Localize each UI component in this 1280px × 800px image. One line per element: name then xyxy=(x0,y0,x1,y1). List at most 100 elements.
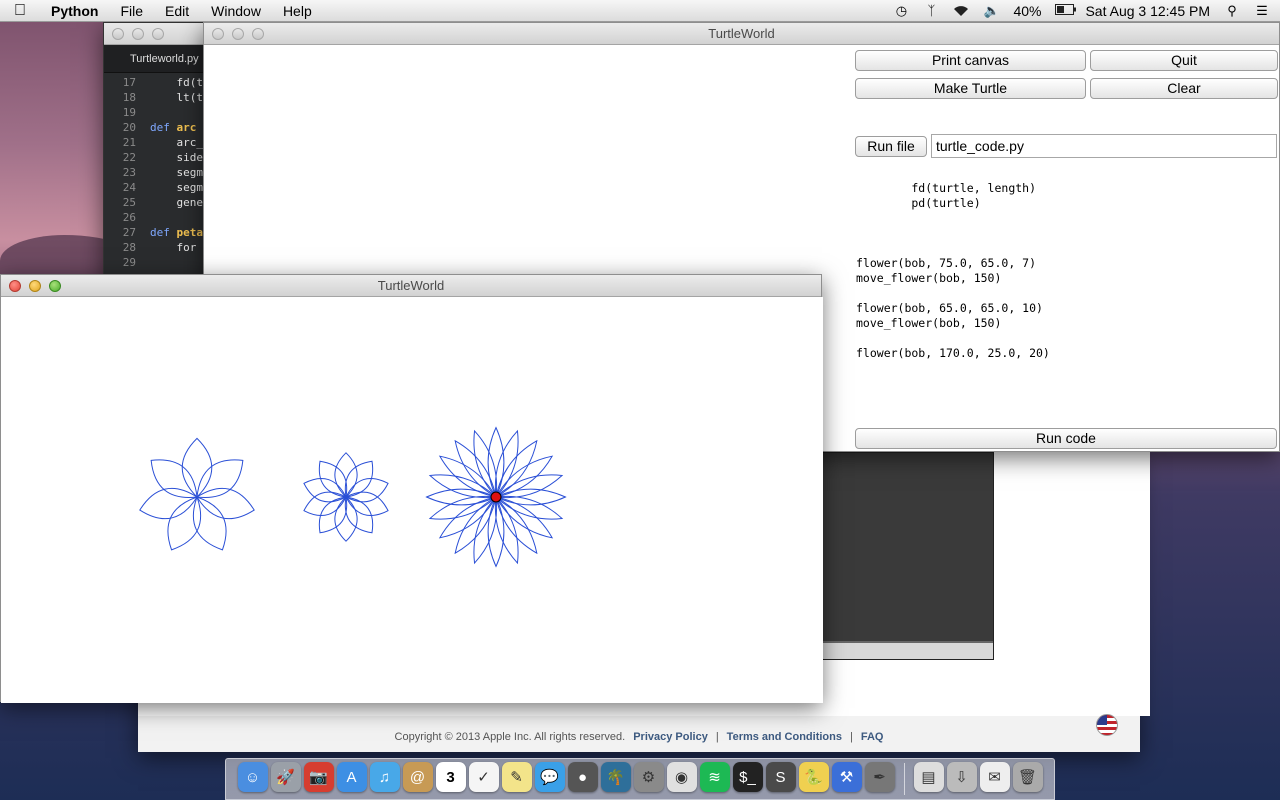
code-text: gene xyxy=(150,196,203,209)
downloads-icon[interactable]: ⇩ xyxy=(946,762,977,792)
minimize-button[interactable] xyxy=(29,280,41,292)
petal xyxy=(495,455,554,498)
keyword: def xyxy=(150,121,177,134)
minimize-button[interactable] xyxy=(132,28,144,40)
line-number: 27 xyxy=(122,226,136,239)
function-name: peta xyxy=(176,226,204,239)
flower-drawing xyxy=(139,426,567,568)
footer-divider: | xyxy=(849,731,853,743)
code-text: side xyxy=(150,151,203,164)
quit-button[interactable]: Quit xyxy=(1090,50,1278,71)
sublime-text-icon[interactable]: S xyxy=(765,762,796,792)
dock: ☺ 🚀 📷 A ♫ @3 ✓ ✎ 💬 ● 🌴 ⚙ ◉ ≋ $_ S 🐍 ⚒ ✒ ▤ ⇩ ✉ 🗑 xyxy=(225,758,1055,800)
menu-bar:  Python File Edit Window Help ◷ ᛉ 🔈 40%… xyxy=(0,0,1280,22)
terminal-icon[interactable]: $_ xyxy=(732,762,763,792)
app-store-icon[interactable]: A xyxy=(336,762,367,792)
petal xyxy=(495,439,538,498)
petal xyxy=(454,439,497,498)
faq-link[interactable]: FAQ xyxy=(861,731,884,743)
code-text: arc_ xyxy=(150,136,203,149)
zoom-button[interactable] xyxy=(252,28,264,40)
volume-icon[interactable]: 🔈 xyxy=(983,3,999,18)
window-title: TurtleWorld xyxy=(708,26,775,41)
trash-icon[interactable]: 🗑 xyxy=(1012,762,1043,792)
privacy-policy-link[interactable]: Privacy Policy xyxy=(633,731,708,743)
us-flag-icon[interactable] xyxy=(1096,714,1118,736)
iphoto-icon[interactable]: 🌴 xyxy=(600,762,631,792)
function-name: arc xyxy=(176,121,197,134)
time-machine-icon[interactable]: ◷ xyxy=(893,3,909,18)
python-launcher-icon[interactable]: 🐍 xyxy=(798,762,829,792)
close-button[interactable] xyxy=(9,280,21,292)
petal xyxy=(454,496,497,555)
keyword: def xyxy=(150,226,177,239)
notes-icon[interactable]: ✎ xyxy=(501,762,532,792)
canvas-titlebar[interactable]: TurtleWorld xyxy=(1,275,821,297)
petal xyxy=(425,488,497,506)
calendar-icon[interactable]: 3 xyxy=(435,762,466,792)
petal xyxy=(495,488,567,506)
minimize-button[interactable] xyxy=(232,28,244,40)
xcode-icon[interactable]: ⚒ xyxy=(831,762,862,792)
terms-link[interactable]: Terms and Conditions xyxy=(727,731,842,743)
zoom-button[interactable] xyxy=(152,28,164,40)
petal xyxy=(438,496,497,539)
photo-booth-icon[interactable]: 📷 xyxy=(303,762,334,792)
battery-percent[interactable]: 40% xyxy=(1013,3,1041,19)
dark-panel xyxy=(822,452,994,660)
battery-icon[interactable] xyxy=(1055,3,1077,18)
close-button[interactable] xyxy=(112,28,124,40)
line-number: 20 xyxy=(122,121,136,134)
pen-tool-icon[interactable]: ✒ xyxy=(864,762,895,792)
messages-icon[interactable]: 💬 xyxy=(534,762,565,792)
make-turtle-button[interactable]: Make Turtle xyxy=(855,78,1086,99)
reminders-icon[interactable]: ✓ xyxy=(468,762,499,792)
control-titlebar[interactable]: TurtleWorld xyxy=(204,23,1279,45)
facetime-icon[interactable]: ● xyxy=(567,762,598,792)
menu-edit[interactable]: Edit xyxy=(154,3,200,19)
turtle-canvas[interactable] xyxy=(1,297,823,703)
line-number: 22 xyxy=(122,151,136,164)
notification-center-icon[interactable]: ☰ xyxy=(1254,3,1270,18)
menu-window[interactable]: Window xyxy=(200,3,272,19)
run-file-button[interactable]: Run file xyxy=(855,136,927,157)
flower xyxy=(139,437,255,551)
code-text: lt(t xyxy=(150,91,203,104)
itunes-icon[interactable]: ♫ xyxy=(369,762,400,792)
line-number: 17 xyxy=(122,76,136,89)
zoom-button[interactable] xyxy=(49,280,61,292)
code-text: for xyxy=(150,241,197,254)
bluetooth-icon[interactable]: ᛉ xyxy=(923,3,939,18)
system-preferences-icon[interactable]: ⚙ xyxy=(633,762,664,792)
close-button[interactable] xyxy=(212,28,224,40)
line-number: 21 xyxy=(122,136,136,149)
mail-stack-icon[interactable]: ✉ xyxy=(979,762,1010,792)
code-textarea[interactable]: fd(turtle, length) pd(turtle) flower(bob… xyxy=(856,181,1276,421)
clock[interactable]: Sat Aug 3 12:45 PM xyxy=(1085,3,1210,19)
wifi-icon[interactable] xyxy=(953,4,969,18)
spotify-icon[interactable]: ≋ xyxy=(699,762,730,792)
menu-app-python[interactable]: Python xyxy=(40,3,109,19)
documents-icon[interactable]: ▤ xyxy=(913,762,944,792)
petal xyxy=(438,455,497,498)
apple-menu-icon[interactable]:  xyxy=(0,2,40,20)
petal xyxy=(192,496,227,551)
menu-help[interactable]: Help xyxy=(272,3,323,19)
finder-icon[interactable]: ☺ xyxy=(237,762,268,792)
spotlight-search-icon[interactable]: ⚲ xyxy=(1224,3,1240,18)
line-number: 19 xyxy=(122,106,136,119)
petal xyxy=(334,496,358,542)
line-number: 25 xyxy=(122,196,136,209)
turtleworld-canvas-window: TurtleWorld xyxy=(0,274,823,703)
menu-file[interactable]: File xyxy=(109,3,154,19)
print-canvas-button[interactable]: Print canvas xyxy=(855,50,1086,71)
petal xyxy=(167,496,202,551)
petal xyxy=(487,426,505,498)
line-number: 28 xyxy=(122,241,136,254)
contacts-icon[interactable]: @ xyxy=(402,762,433,792)
chrome-icon[interactable]: ◉ xyxy=(666,762,697,792)
run-code-button[interactable]: Run code xyxy=(855,428,1277,449)
clear-button[interactable]: Clear xyxy=(1090,78,1278,99)
launchpad-icon[interactable]: 🚀 xyxy=(270,762,301,792)
filename-input[interactable]: turtle_code.py xyxy=(931,134,1277,158)
